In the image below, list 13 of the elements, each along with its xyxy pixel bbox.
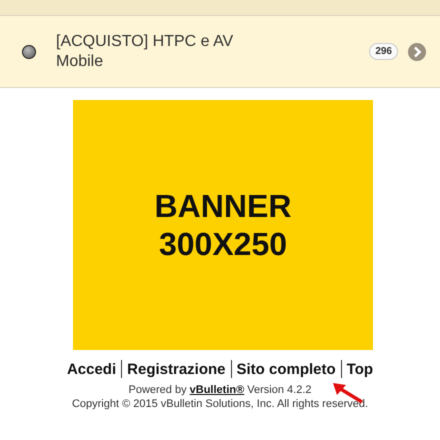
footer-link[interactable]: Sito completo bbox=[234, 360, 339, 378]
thread-count: 296 bbox=[369, 43, 398, 60]
forum-row[interactable]: [ACQUISTO] HTPC e AV Mobile 296 bbox=[0, 16, 440, 88]
version-text: Version 4.2.2 bbox=[247, 384, 312, 396]
footer-link[interactable]: Top bbox=[344, 360, 376, 378]
chevron-right-icon[interactable] bbox=[408, 42, 426, 60]
banner-ad: BANNER 300X250 bbox=[73, 100, 373, 350]
copyright-text: Copyright © 2015 vBulletin Solutions, Inc. All rights reserved. bbox=[70, 398, 370, 410]
footer-link[interactable]: Accedi bbox=[64, 360, 120, 378]
forum-title: [ACQUISTO] HTPC e AV Mobile bbox=[56, 32, 234, 72]
powered-prefix: Powered by bbox=[128, 384, 187, 396]
vbulletin-link[interactable]: vBulletin® bbox=[190, 384, 244, 396]
footer-link[interactable]: Registrazione bbox=[124, 360, 228, 378]
